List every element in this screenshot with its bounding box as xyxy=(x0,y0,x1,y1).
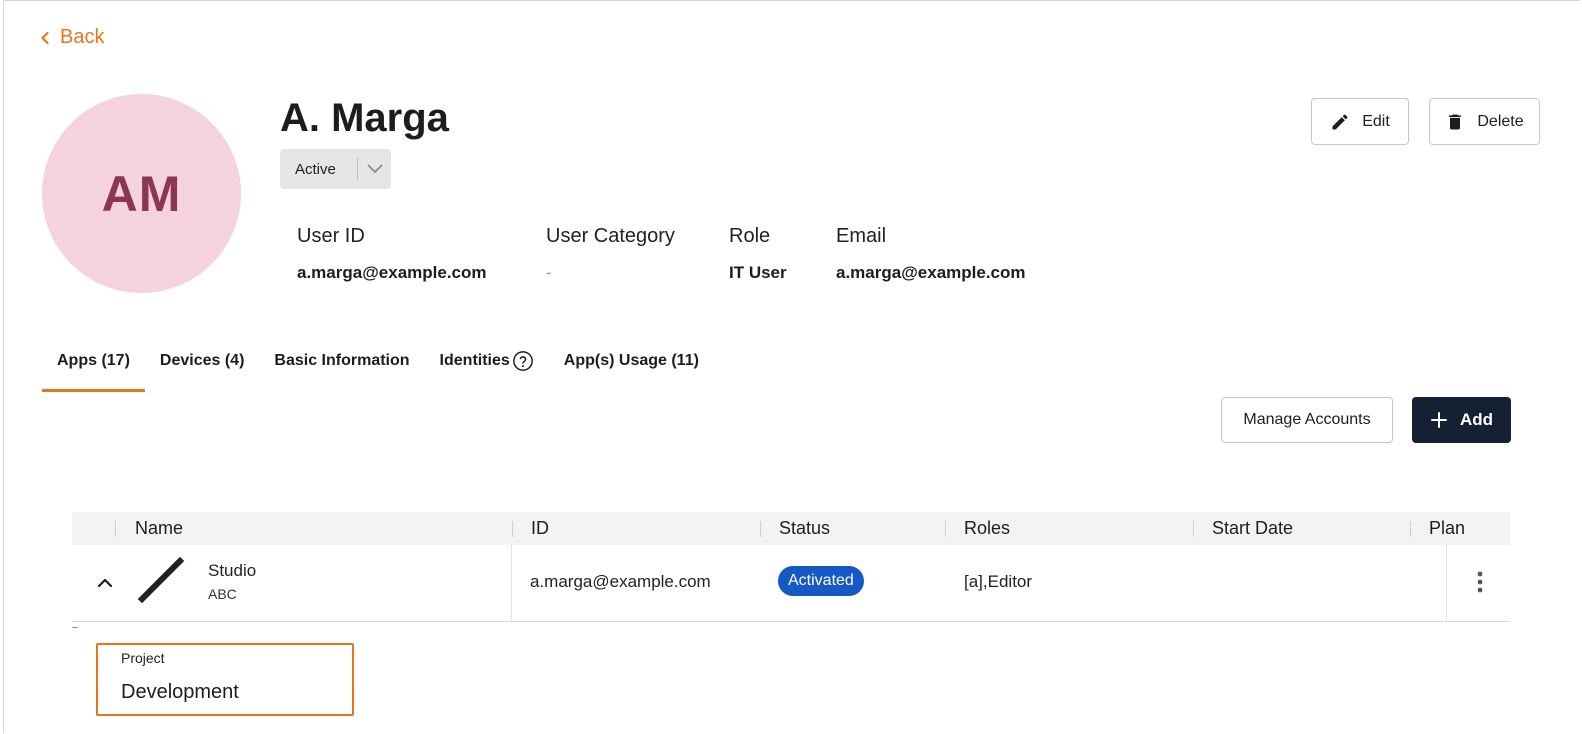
add-button-label: Add xyxy=(1459,410,1494,429)
column-header-id[interactable]: ID xyxy=(531,518,549,539)
status-dropdown[interactable]: Active xyxy=(280,149,391,189)
page-title: A. Marga xyxy=(280,96,449,140)
plus-icon xyxy=(1430,412,1447,428)
status-dropdown-value: Active xyxy=(295,160,336,178)
back-link[interactable]: Back xyxy=(38,26,104,49)
tab-label: App(s) Usage (11) xyxy=(563,352,699,369)
project-field[interactable]: Project Development xyxy=(96,643,354,716)
tab-app-usage[interactable]: App(s) Usage (11) xyxy=(549,340,714,392)
column-divider xyxy=(511,545,512,622)
column-divider[interactable] xyxy=(1193,521,1194,537)
account-id: a.marga@example.com xyxy=(530,572,711,591)
column-divider[interactable] xyxy=(945,521,946,537)
column-divider xyxy=(115,521,116,537)
info-role: Role IT User xyxy=(729,225,787,283)
column-header-start-date[interactable]: Start Date xyxy=(1212,518,1293,539)
row-dash xyxy=(72,627,78,628)
info-label: User ID xyxy=(297,225,365,247)
delete-button[interactable]: Delete xyxy=(1429,98,1540,145)
column-header-name[interactable]: Name xyxy=(135,518,183,539)
tab-apps[interactable]: Apps (17) xyxy=(42,340,145,392)
info-email: Email a.marga@example.com xyxy=(836,225,1026,283)
info-value: a.marga@example.com xyxy=(297,263,487,282)
back-label: Back xyxy=(60,26,105,48)
column-divider[interactable] xyxy=(760,521,761,537)
manage-accounts-label: Manage Accounts xyxy=(1243,411,1371,428)
tab-label: Devices (4) xyxy=(159,352,245,369)
add-button[interactable]: Add xyxy=(1412,397,1511,443)
tab-basic-information[interactable]: Basic Information xyxy=(259,340,424,392)
avatar-initials: AM xyxy=(101,165,182,222)
chevron-left-icon xyxy=(41,31,49,44)
info-label: User Category xyxy=(546,225,675,247)
column-divider[interactable] xyxy=(1410,521,1411,537)
avatar: AM xyxy=(42,94,241,293)
pencil-icon xyxy=(1332,113,1348,129)
edit-button[interactable]: Edit xyxy=(1311,98,1409,145)
tab-bar: Apps (17) Devices (4) Basic Information … xyxy=(42,340,714,392)
project-label: Project xyxy=(121,650,165,666)
project-value: Development xyxy=(121,681,239,703)
delete-button-label: Delete xyxy=(1477,112,1524,130)
column-divider[interactable] xyxy=(512,521,513,537)
chevron-down-icon[interactable] xyxy=(358,164,391,174)
info-label: Role xyxy=(729,225,771,247)
account-roles: [a],Editor xyxy=(964,572,1033,591)
manage-accounts-button[interactable]: Manage Accounts xyxy=(1221,397,1393,443)
tab-label: Identities xyxy=(439,352,510,369)
column-divider xyxy=(1446,545,1447,622)
kebab-menu-icon[interactable] xyxy=(1470,569,1490,595)
tab-devices[interactable]: Devices (4) xyxy=(145,340,260,392)
table-header: Name ID Status Roles Start Date Plan xyxy=(72,512,1510,545)
column-header-status[interactable]: Status xyxy=(779,518,830,539)
info-value: a.marga@example.com xyxy=(836,263,1026,282)
app-vendor: ABC xyxy=(208,586,237,602)
tab-label: Basic Information xyxy=(274,352,410,369)
column-header-plan[interactable]: Plan xyxy=(1429,518,1465,539)
tab-label: Apps (17) xyxy=(57,352,130,369)
chevron-up-icon[interactable] xyxy=(96,574,114,592)
help-circle-icon[interactable] xyxy=(512,350,534,372)
trash-icon xyxy=(1449,114,1462,129)
column-header-roles[interactable]: Roles xyxy=(964,518,1010,539)
info-value: - xyxy=(546,263,552,282)
table-row[interactable]: Studio ABC a.marga@example.com Activated… xyxy=(72,545,1510,622)
app-name[interactable]: Studio xyxy=(208,561,256,581)
status-badge: Activated xyxy=(778,566,864,596)
app-logo-slash-icon xyxy=(137,557,185,604)
info-value: IT User xyxy=(729,263,787,282)
tab-identities[interactable]: Identities xyxy=(425,340,549,392)
info-label: Email xyxy=(836,225,887,247)
info-user-id: User ID a.marga@example.com xyxy=(297,225,487,283)
edit-button-label: Edit xyxy=(1362,112,1390,130)
info-user-category: User Category - xyxy=(546,225,675,283)
